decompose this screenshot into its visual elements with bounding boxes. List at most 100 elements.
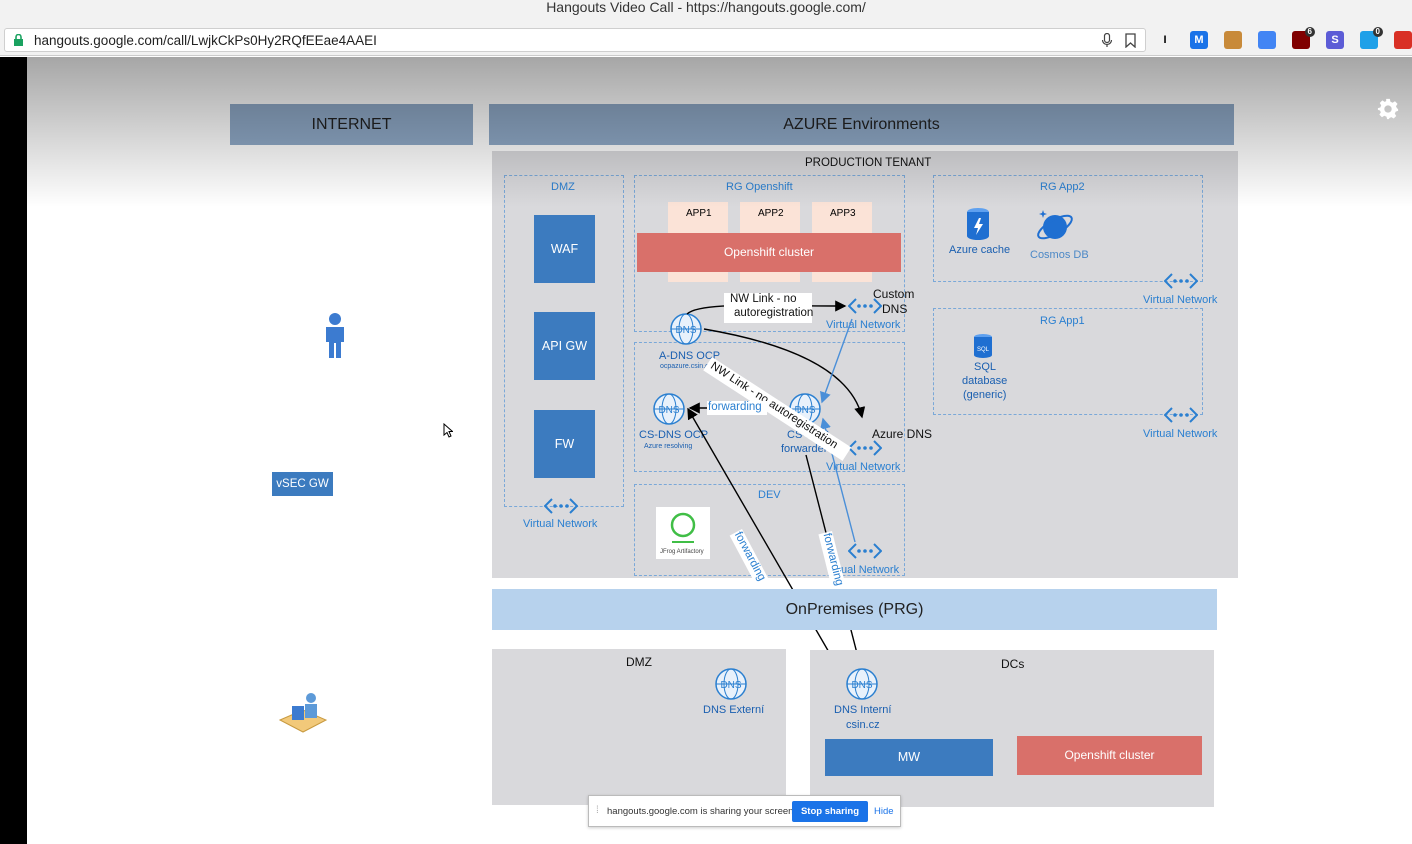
app1-vnet-label: Virtual Network: [1143, 428, 1218, 440]
user-person-icon: [326, 313, 344, 358]
onprem-dmz-label: DMZ: [626, 655, 652, 669]
vsec-gw-box: vSEC GW: [272, 472, 333, 496]
openshift-cluster-2-box: Openshift cluster: [1017, 736, 1202, 775]
mw-box: MW: [825, 739, 993, 776]
internet-header-label: INTERNET: [311, 116, 392, 133]
virtual-network-icon: [1164, 273, 1198, 289]
openshift-cluster-box: Openshift cluster: [637, 233, 901, 272]
extension-badge: 6: [1304, 27, 1315, 37]
svg-text:DNS: DNS: [851, 680, 872, 691]
cosmos-db-label: Cosmos DB: [1030, 249, 1089, 261]
rg-app2-label: RG App2: [1040, 181, 1085, 193]
svg-text:DNS: DNS: [720, 680, 741, 691]
dev-vnet-label: ual Network: [841, 564, 900, 576]
fw-box: FW: [534, 410, 595, 478]
openshift-vnet-label: Virtual Network: [826, 319, 901, 331]
custom-dns-b: DNS: [882, 302, 908, 316]
screen-share-bar: ⁞ hangouts.google.com is sharing your sc…: [588, 795, 901, 827]
m-extension-icon[interactable]: M: [1190, 31, 1208, 49]
nw-link-1b: autoregistration: [734, 307, 814, 319]
extension-badge: 0: [1372, 27, 1383, 37]
azure-header: AZURE Environments: [489, 104, 1234, 145]
waf-box: WAF: [534, 215, 595, 283]
rg-app1-label: RG App1: [1040, 315, 1085, 327]
virtual-network-icon: [848, 440, 882, 456]
virtual-network-icon: [848, 543, 882, 559]
api-gw-box: API GW: [534, 312, 595, 380]
left-black-bar: [0, 57, 27, 844]
fw-label: FW: [554, 437, 575, 451]
forwarding-label-1: forwarding: [707, 401, 767, 415]
jfrog-icon: [670, 512, 696, 543]
dmz-label: DMZ: [551, 181, 575, 193]
cs-dns-ocp-sub: Azure resolving: [644, 443, 693, 450]
dcs-label: DCs: [1001, 657, 1025, 671]
custom-dns-a: Custom: [873, 287, 915, 301]
app2-vnet-label: Virtual Network: [1143, 294, 1218, 306]
mouse-cursor-icon: [443, 423, 453, 438]
notify-icon[interactable]: 0: [1360, 27, 1383, 49]
dns-externi-label: DNS Externí: [703, 704, 765, 716]
s-extension-icon[interactable]: S: [1326, 31, 1344, 49]
microphone-icon[interactable]: [1101, 33, 1113, 48]
nw-link-label-1: NW Link - no autoregistration: [724, 293, 814, 323]
dns-icon: DNS: [653, 393, 685, 425]
window-title: Hangouts Video Call - https://hangouts.g…: [546, 0, 866, 15]
share-status-text: hangouts.google.com is sharing your scre…: [607, 806, 797, 817]
bookmark-icon[interactable]: [1125, 33, 1136, 48]
jfrog-logo: JFrog Artifactory: [656, 507, 710, 559]
virtual-network-icon: [1164, 407, 1198, 423]
azure-cache-icon: [967, 208, 989, 240]
virtual-network-icon: [544, 498, 578, 514]
dev-label: DEV: [758, 489, 781, 501]
dns-icon: DNS: [670, 313, 702, 345]
azure-cache-label: Azure cache: [949, 244, 1011, 256]
app2-label: APP2: [758, 208, 784, 219]
cosmos-db-icon: [1037, 210, 1073, 240]
production-tenant-label: PRODUCTION TENANT: [805, 157, 932, 169]
svg-text:DNS: DNS: [675, 325, 696, 336]
hide-share-bar-button[interactable]: Hide: [874, 806, 894, 817]
instapaper-icon[interactable]: I: [1156, 31, 1174, 49]
ublock-icon[interactable]: 6: [1292, 27, 1315, 49]
cookie-icon[interactable]: [1224, 31, 1242, 49]
mw-label: MW: [897, 750, 921, 764]
url-text[interactable]: hangouts.google.com/call/LwjkCkPs0Hy2RQf…: [34, 33, 377, 48]
sql-label-2: database: [962, 375, 1008, 387]
dns-interni-label-a: DNS Interní: [834, 704, 892, 716]
screen-share-content: INTERNET AZURE Environments PRODUCTION T…: [0, 57, 1412, 844]
dns-icon: DNS: [846, 668, 878, 700]
vsec-gw-label: vSEC GW: [276, 478, 329, 490]
sql-database-icon: SQL: [974, 334, 992, 358]
address-bar[interactable]: hangouts.google.com/call/LwjkCkPs0Hy2RQf…: [4, 28, 1146, 52]
forwarding-1: forwarding: [708, 401, 762, 413]
jfrog-label: JFrog Artifactory: [660, 549, 704, 555]
user-workstation-icon: [278, 693, 328, 733]
alarm-icon[interactable]: [1394, 31, 1412, 49]
dmz-vnet-label: Virtual Network: [523, 518, 598, 530]
app3-label: APP3: [830, 208, 856, 219]
openshift-cluster-2-label: Openshift cluster: [1064, 748, 1155, 762]
azure-dns-label: Azure DNS: [872, 427, 933, 441]
app1-label: APP1: [686, 208, 712, 219]
drag-handle-icon[interactable]: ⁞: [596, 805, 599, 816]
openshift-cluster-label: Openshift cluster: [723, 245, 815, 259]
lock-icon: [14, 34, 23, 46]
stop-sharing-button[interactable]: Stop sharing: [792, 801, 868, 822]
dns-vnet-label: Virtual Network: [826, 461, 901, 473]
nw-link-1a: NW Link - no: [730, 293, 797, 305]
chrome-icon[interactable]: [1258, 31, 1276, 49]
svg-text:SQL: SQL: [977, 347, 990, 353]
gear-icon[interactable]: [1377, 98, 1399, 120]
onpremises-header: OnPremises (PRG): [492, 589, 1217, 630]
sql-label-3: (generic): [963, 389, 1007, 401]
onpremises-label: OnPremises (PRG): [785, 601, 924, 618]
waf-label: WAF: [550, 242, 579, 256]
window-titlebar: Hangouts Video Call - https://hangouts.g…: [0, 0, 1412, 26]
svg-text:DNS: DNS: [658, 405, 679, 416]
rg-openshift-label: RG Openshift: [726, 181, 793, 193]
cs-dns-ocp-label: CS-DNS OCP: [639, 429, 709, 441]
azure-header-label: AZURE Environments: [783, 116, 940, 133]
api-gw-label: API GW: [541, 339, 588, 353]
sql-label-1: SQL: [974, 361, 997, 373]
